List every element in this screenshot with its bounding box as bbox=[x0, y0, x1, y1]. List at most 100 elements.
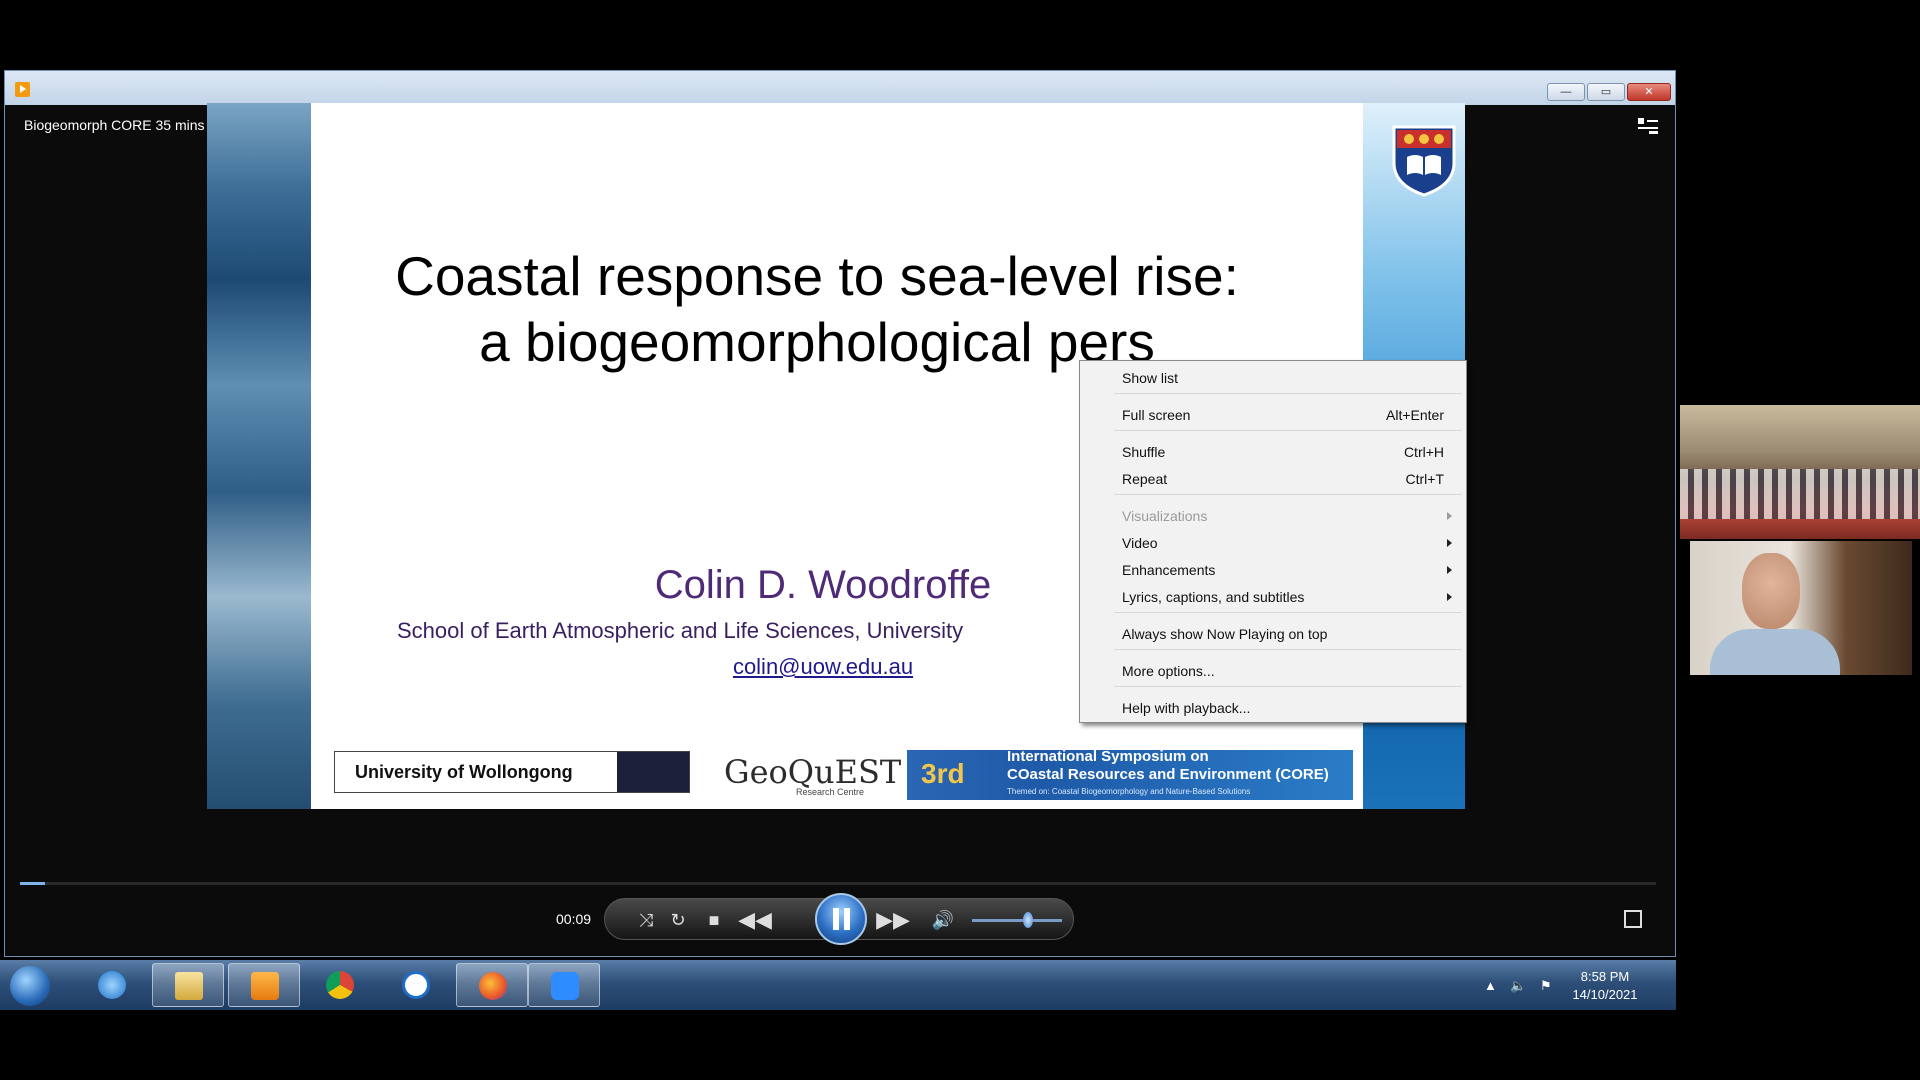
menu-item-always-on-top[interactable]: Always show Now Playing on top bbox=[1080, 622, 1466, 646]
menu-item-label: Shuffle bbox=[1122, 444, 1166, 460]
menu-item-label: Enhancements bbox=[1122, 562, 1216, 578]
seek-bar[interactable] bbox=[20, 882, 1656, 885]
folder-icon bbox=[175, 972, 203, 1000]
geoquest-logo-text: GeoQuEST bbox=[724, 753, 902, 791]
submenu-arrow-icon bbox=[1447, 566, 1452, 574]
close-button[interactable]: ✕ bbox=[1627, 83, 1671, 101]
switch-view-icon[interactable] bbox=[1637, 117, 1659, 135]
context-menu: Show list Full screen Alt+Enter Shuffle … bbox=[1079, 360, 1467, 723]
media-player-icon bbox=[251, 972, 279, 1000]
university-crest-logo bbox=[1392, 125, 1456, 197]
menu-item-label: More options... bbox=[1122, 663, 1215, 679]
menu-item-label: Full screen bbox=[1122, 407, 1191, 423]
speaker-head bbox=[1742, 553, 1800, 629]
menu-item-label: Help with playback... bbox=[1122, 700, 1251, 716]
taskbar-internet-explorer[interactable] bbox=[76, 963, 148, 1007]
shuffle-icon[interactable]: ⤨ bbox=[633, 899, 659, 941]
previous-icon[interactable]: ◀◀ bbox=[735, 899, 775, 941]
windows-taskbar: ▲ 🔈 ⚑ 8:58 PM 14/10/2021 bbox=[0, 960, 1676, 1010]
menu-item-repeat[interactable]: Repeat Ctrl+T bbox=[1080, 467, 1466, 491]
pause-icon-bar bbox=[844, 908, 850, 930]
repeat-icon[interactable]: ↻ bbox=[665, 899, 691, 941]
menu-item-label: Visualizations bbox=[1122, 508, 1208, 524]
taskbar-firefox[interactable] bbox=[456, 963, 528, 1007]
clock-time: 8:58 PM bbox=[1580, 969, 1630, 984]
menu-item-visualizations: Visualizations bbox=[1080, 504, 1466, 528]
minimize-button[interactable]: — bbox=[1547, 83, 1585, 101]
submenu-arrow-icon bbox=[1447, 512, 1452, 520]
taskbar-teamviewer[interactable] bbox=[380, 963, 452, 1007]
submenu-arrow-icon bbox=[1447, 539, 1452, 547]
show-hidden-icons-icon[interactable]: ▲ bbox=[1484, 978, 1497, 993]
seek-bar-progress bbox=[20, 882, 45, 885]
core-banner-line3: Themed on: Coastal Biogeomorphology and … bbox=[1007, 787, 1251, 796]
start-button[interactable] bbox=[10, 966, 50, 1006]
core-ordinal: 3rd bbox=[921, 758, 965, 789]
fullscreen-icon[interactable] bbox=[1624, 910, 1642, 928]
menu-item-help-playback[interactable]: Help with playback... bbox=[1080, 696, 1466, 720]
menu-separator bbox=[1114, 686, 1462, 687]
network-icon[interactable]: ⚑ bbox=[1540, 978, 1552, 994]
core-symposium-banner: 3rd International Symposium on COastal R… bbox=[907, 750, 1353, 800]
taskbar-clock[interactable]: 8:58 PM 14/10/2021 bbox=[1568, 968, 1642, 1004]
slide-title: Coastal response to sea-level rise: a bi… bbox=[395, 245, 1239, 373]
menu-item-label: Always show Now Playing on top bbox=[1122, 626, 1328, 642]
now-playing-title: Biogeomorph CORE 35 mins bbox=[24, 117, 205, 133]
menu-item-label: Video bbox=[1122, 535, 1158, 551]
volume-icon[interactable]: 🔊 bbox=[929, 899, 957, 941]
menu-item-more-options[interactable]: More options... bbox=[1080, 659, 1466, 683]
conference-room-seats bbox=[1680, 469, 1920, 519]
teamviewer-icon bbox=[402, 971, 430, 999]
maximize-button[interactable]: ▭ bbox=[1587, 83, 1625, 101]
pause-icon bbox=[833, 908, 839, 930]
menu-separator bbox=[1114, 430, 1462, 431]
slide-author: Colin D. Woodroffe bbox=[654, 563, 992, 607]
volume-slider[interactable] bbox=[972, 919, 1062, 922]
geoquest-logo-subtext: Research Centre bbox=[796, 787, 865, 797]
media-player-app-icon[interactable] bbox=[15, 82, 30, 97]
core-banner-line2: COastal Resources and Environment (CORE) bbox=[1007, 766, 1329, 783]
menu-item-show-list[interactable]: Show list bbox=[1080, 366, 1466, 390]
menu-item-lyrics-captions[interactable]: Lyrics, captions, and subtitles bbox=[1080, 585, 1466, 609]
menu-item-shuffle[interactable]: Shuffle Ctrl+H bbox=[1080, 440, 1466, 464]
menu-item-full-screen[interactable]: Full screen Alt+Enter bbox=[1080, 403, 1466, 427]
menu-item-label: Lyrics, captions, and subtitles bbox=[1122, 589, 1305, 605]
slide-email-link[interactable]: colin@uow.edu.au bbox=[523, 654, 1123, 680]
uow-logo-text: University of Wollongong bbox=[355, 762, 573, 782]
uow-logo: University of Wollongong bbox=[334, 751, 690, 793]
volume-slider-thumb[interactable] bbox=[1023, 912, 1033, 928]
geoquest-logo: GeoQuEST Research Centre bbox=[704, 745, 904, 801]
uow-crest-icon bbox=[617, 752, 689, 792]
stop-icon[interactable]: ■ bbox=[701, 899, 727, 941]
chrome-icon bbox=[326, 971, 354, 999]
menu-item-shortcut: Alt+Enter bbox=[1386, 407, 1444, 423]
pause-button[interactable] bbox=[815, 893, 867, 945]
menu-separator bbox=[1114, 612, 1462, 613]
taskbar-file-explorer[interactable] bbox=[152, 963, 224, 1007]
title-bar[interactable]: — ▭ ✕ bbox=[5, 71, 1675, 105]
menu-item-video[interactable]: Video bbox=[1080, 531, 1466, 555]
taskbar-chrome[interactable] bbox=[304, 963, 376, 1007]
core-banner-line1: International Symposium on bbox=[1007, 750, 1209, 765]
menu-separator bbox=[1114, 393, 1462, 394]
slide-left-image-strip bbox=[207, 103, 311, 809]
taskbar-zoom[interactable] bbox=[528, 963, 600, 1007]
participant-video-speaker[interactable] bbox=[1680, 541, 1920, 675]
menu-separator bbox=[1114, 494, 1462, 495]
menu-item-enhancements[interactable]: Enhancements bbox=[1080, 558, 1466, 582]
speaker-body bbox=[1710, 629, 1840, 675]
menu-item-shortcut: Ctrl+T bbox=[1405, 471, 1445, 487]
firefox-icon bbox=[479, 972, 507, 1000]
menu-item-label: Repeat bbox=[1122, 471, 1168, 487]
menu-separator bbox=[1114, 649, 1462, 650]
clock-date: 14/10/2021 bbox=[1572, 987, 1638, 1002]
next-icon[interactable]: ▶▶ bbox=[873, 899, 913, 941]
internet-explorer-icon bbox=[98, 971, 126, 999]
speaker-icon[interactable]: 🔈 bbox=[1510, 978, 1526, 994]
menu-item-label: Show list bbox=[1122, 370, 1179, 386]
participant-video-conference-room[interactable] bbox=[1680, 405, 1920, 539]
taskbar-media-player[interactable] bbox=[228, 963, 300, 1007]
submenu-arrow-icon bbox=[1447, 593, 1452, 601]
menu-item-shortcut: Ctrl+H bbox=[1403, 444, 1444, 460]
elapsed-time: 00:09 bbox=[556, 911, 592, 927]
